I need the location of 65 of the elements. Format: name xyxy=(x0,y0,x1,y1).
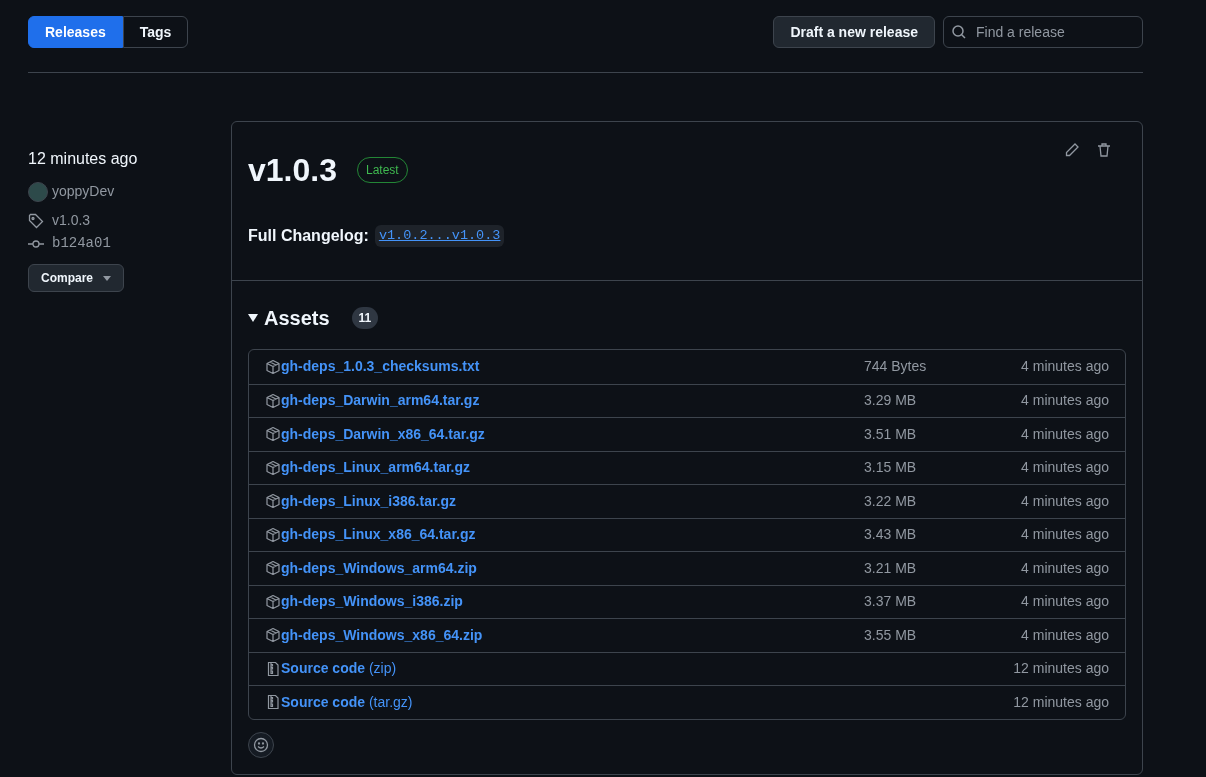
asset-link[interactable]: Source code (tar.gz) xyxy=(281,691,413,713)
asset-link[interactable]: gh-deps_Linux_x86_64.tar.gz xyxy=(281,524,476,546)
changelog-link[interactable]: v1.0.2...v1.0.3 xyxy=(374,224,505,248)
tag-link[interactable]: v1.0.3 xyxy=(52,210,91,231)
asset-link[interactable]: gh-deps_Darwin_x86_64.tar.gz xyxy=(281,423,485,445)
asset-size: 3.15 MB xyxy=(864,458,918,478)
asset-time: 4 minutes ago xyxy=(1020,424,1109,444)
delete-icon[interactable] xyxy=(1096,142,1112,158)
tab[interactable]: Releases xyxy=(28,16,123,48)
asset-link[interactable]: Source code (zip) xyxy=(281,658,397,680)
asset-time: 4 minutes ago xyxy=(1020,391,1109,411)
asset-size: 744 Bytes xyxy=(864,357,928,377)
package-icon xyxy=(265,459,281,476)
package-icon xyxy=(265,627,281,644)
smiley-icon xyxy=(253,736,269,753)
zip-file-icon xyxy=(265,660,281,677)
asset-size: 3.21 MB xyxy=(864,558,918,578)
asset-time: 12 minutes ago xyxy=(1012,692,1109,712)
release-title[interactable]: v1.0.3 xyxy=(248,146,337,194)
avatar xyxy=(28,181,48,202)
zip-file-icon xyxy=(265,694,281,711)
asset-link[interactable]: gh-deps_Darwin_arm64.tar.gz xyxy=(281,390,480,412)
asset-size: 3.29 MB xyxy=(864,391,918,411)
search-field[interactable]: Find a release xyxy=(943,16,1143,48)
package-icon xyxy=(265,493,281,510)
asset-time: 4 minutes ago xyxy=(1020,558,1109,578)
caret-icon xyxy=(103,275,111,281)
package-icon xyxy=(265,593,281,610)
package-icon xyxy=(265,358,281,375)
asset-size: 3.22 MB xyxy=(864,491,918,511)
asset-link[interactable]: gh-deps_1.0.3_checksums.txt xyxy=(281,356,480,378)
asset-link[interactable]: gh-deps_Windows_x86_64.zip xyxy=(281,624,483,646)
asset-link[interactable]: gh-deps_Linux_i386.tar.gz xyxy=(281,490,457,512)
package-icon xyxy=(265,392,281,409)
changelog-label: Full Changelog: xyxy=(248,226,369,246)
asset-time: 4 minutes ago xyxy=(1020,458,1109,478)
asset-size: 3.51 MB xyxy=(864,424,918,444)
asset-time: 4 minutes ago xyxy=(1020,357,1109,377)
tag-icon xyxy=(28,212,44,229)
author-link[interactable]: yoppyDev xyxy=(52,181,115,202)
asset-link[interactable]: gh-deps_Windows_i386.zip xyxy=(281,591,463,613)
asset-size: 3.43 MB xyxy=(864,525,918,545)
asset-time: 4 minutes ago xyxy=(1020,491,1109,511)
asset-time: 12 minutes ago xyxy=(1012,659,1109,679)
search-icon xyxy=(951,24,967,40)
asset-link[interactable]: gh-deps_Windows_arm64.zip xyxy=(281,557,477,579)
reaction-button[interactable] xyxy=(248,731,274,758)
asset-time: 4 minutes ago xyxy=(1020,625,1109,645)
compare-button[interactable]: Compare xyxy=(28,264,124,292)
asset-size: 3.37 MB xyxy=(864,592,918,612)
assets-toggle[interactable]: Assets xyxy=(248,303,330,333)
asset-time: 4 minutes ago xyxy=(1020,525,1109,545)
commit-link[interactable]: b124a01 xyxy=(52,233,111,254)
tab[interactable]: Tags xyxy=(122,16,189,48)
package-icon xyxy=(265,560,281,577)
draft-release-button[interactable]: Draft a new release xyxy=(773,16,935,48)
asset-link[interactable]: gh-deps_Linux_arm64.tar.gz xyxy=(281,457,471,479)
release-time: 12 minutes ago xyxy=(28,149,139,169)
edit-icon[interactable] xyxy=(1064,142,1080,158)
triangle-icon xyxy=(248,314,258,322)
asset-time: 4 minutes ago xyxy=(1020,592,1109,612)
package-icon xyxy=(265,526,281,543)
package-icon xyxy=(265,426,281,443)
count-badge: 11 xyxy=(351,307,379,329)
asset-size: 3.55 MB xyxy=(864,625,918,645)
